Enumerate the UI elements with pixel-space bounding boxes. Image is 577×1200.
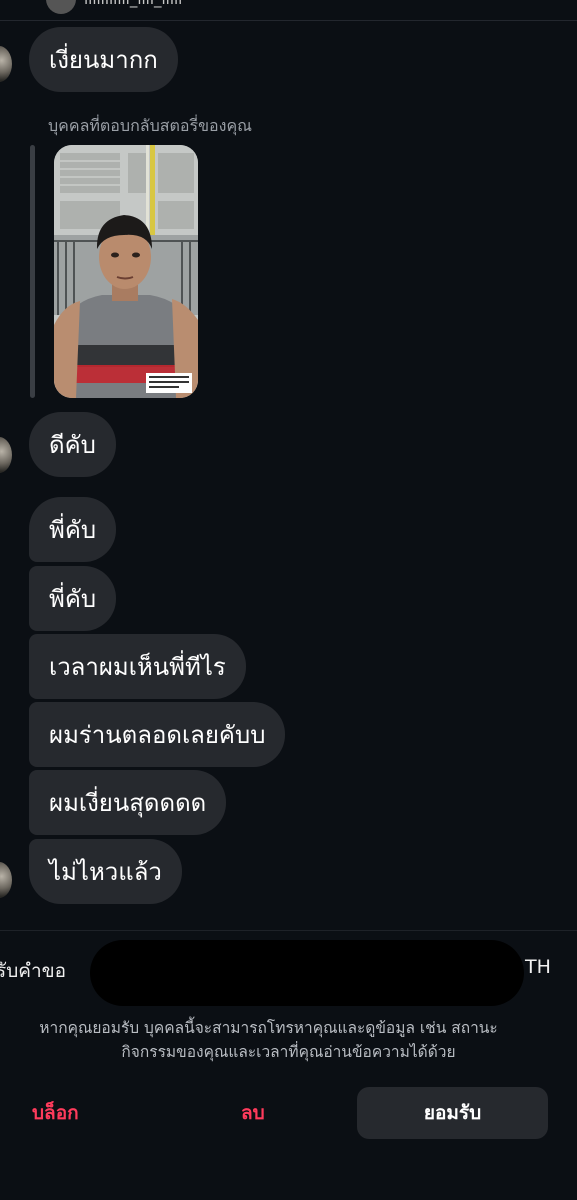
message-text: พี่คับ xyxy=(49,515,97,544)
message-text: ผมเงี่ยนสุดดดด xyxy=(49,788,207,817)
message-bubble[interactable]: ดีคับ xyxy=(29,412,116,477)
message-bubble[interactable]: ผมร่านตลอดเลยคับบ xyxy=(29,702,286,767)
request-title-suffix: TH xyxy=(525,956,551,978)
accept-button-label: ยอมรับ xyxy=(423,1102,482,1124)
redaction-overlay xyxy=(90,940,524,1006)
request-title: รับคำขอ xyxy=(0,960,67,982)
message-bubble[interactable]: เงี่ยนมากก xyxy=(29,27,178,92)
request-description: หากคุณยอมรับ บุคคลนี้จะสามารถโทรหาคุณและ… xyxy=(0,1016,577,1064)
header-username[interactable]: lllllllllll_llll_lllll xyxy=(84,0,182,8)
reply-indicator-bar xyxy=(30,145,35,398)
sender-avatar[interactable] xyxy=(0,437,12,473)
story-thumbnail[interactable] xyxy=(54,145,198,398)
request-description-line: หากคุณยอมรับ บุคคลนี้จะสามารถโทรหาคุณและ… xyxy=(39,1019,498,1037)
message-text: ดีคับ xyxy=(49,430,96,459)
dm-thread: lllllllllll_llll_lllll เงี่ยนมากก บุคคลท… xyxy=(0,0,577,1200)
message-text: ไม่ไหวแล้ว xyxy=(49,857,162,886)
message-bubble[interactable]: พี่คับ xyxy=(29,566,117,631)
message-text: ผมร่านตลอดเลยคับบ xyxy=(49,720,266,749)
delete-button[interactable]: ลบ xyxy=(241,1098,265,1128)
block-button[interactable]: บล็อก xyxy=(32,1098,79,1128)
message-text: เวลาผมเห็นพี่ทีไร xyxy=(49,652,226,681)
message-bubble[interactable]: พี่คับ xyxy=(29,497,117,562)
story-photo xyxy=(54,145,198,398)
message-bubble[interactable]: ไม่ไหวแล้ว xyxy=(29,839,182,904)
header-avatar[interactable] xyxy=(46,0,76,14)
message-text: เงี่ยนมากก xyxy=(49,45,158,74)
message-bubble[interactable]: เวลาผมเห็นพี่ทีไร xyxy=(29,634,246,699)
sender-avatar[interactable] xyxy=(0,862,12,898)
sender-avatar[interactable] xyxy=(0,46,12,82)
message-text: พี่คับ xyxy=(49,584,97,613)
thread-header: lllllllllll_llll_lllll xyxy=(0,0,577,21)
request-description-line: กิจกรรมของคุณและเวลาที่คุณอ่านข้อความได้… xyxy=(121,1043,456,1061)
story-reply-label: บุคคลที่ตอบกลับสตอรี่ของคุณ xyxy=(48,116,252,135)
message-bubble[interactable]: ผมเงี่ยนสุดดดด xyxy=(29,770,227,835)
accept-button[interactable]: ยอมรับ xyxy=(357,1087,548,1139)
